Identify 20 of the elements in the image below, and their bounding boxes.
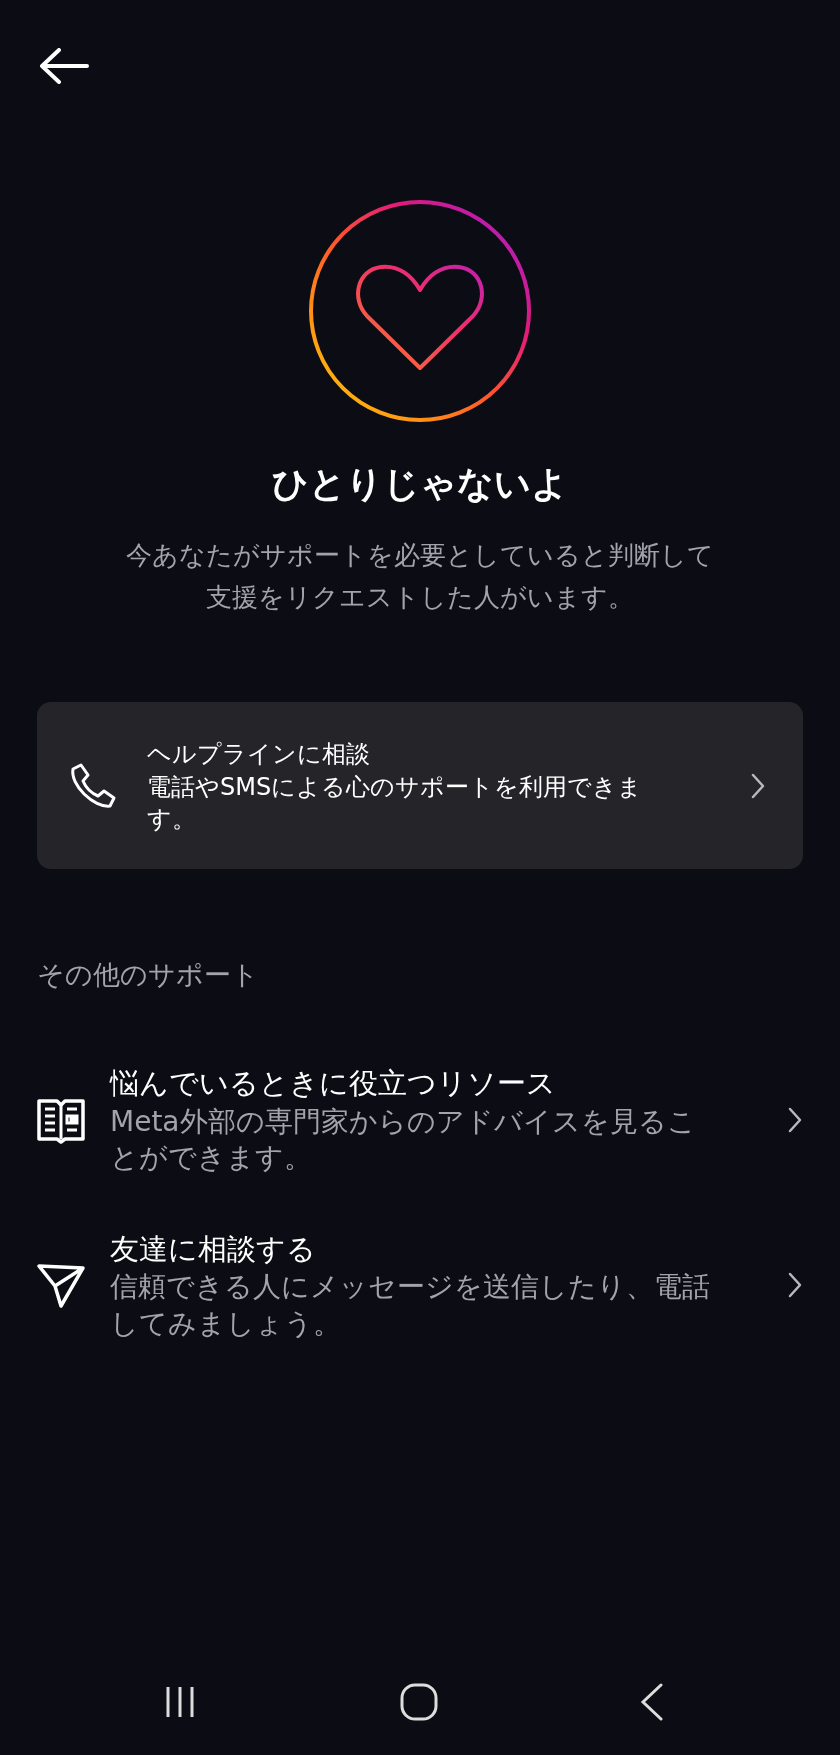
hero-description: 今あなたがサポートを必要としていると判断して支援をリクエストした人がいます。 [125,539,715,614]
back-arrow-icon [39,48,89,84]
support-description: 信頼できる人にメッセージを送信したり、電話してみましょう。 [110,1269,711,1342]
hero-title: ひとりじゃないよ [271,462,569,506]
support-item[interactable]: 友達に相談する 信頼できる人にメッセージを送信したり、電話してみましょう。 [0,1228,840,1342]
support-description: Meta外部の専門家からのアドバイスを見ることができます。 [110,1103,697,1177]
chevron-right-icon [786,1271,804,1300]
back-chevron-icon [639,1683,665,1721]
support-title: 友達に相談する [110,1230,317,1268]
back-nav-button[interactable] [639,1683,665,1721]
support-title: 悩んでいるときに役立つリソース [110,1065,557,1103]
helpline-description: 電話やSMSによる心のサポートを利用できます。 [147,772,644,835]
helpline-title: ヘルプラインに相談 [147,739,371,771]
home-button[interactable] [399,1683,438,1721]
chevron-right-icon [749,771,767,800]
chevron-right-icon [786,1105,804,1134]
section-heading: その他のサポート [37,957,260,992]
support-item[interactable]: 悩んでいるときに役立つリソース Meta外部の専門家からのアドバイスを見ることができます。 [0,1063,840,1177]
home-icon [399,1683,438,1721]
helpline-card[interactable]: ヘルプラインに相談 電話やSMSによる心のサポートを利用できます。 [37,702,803,869]
